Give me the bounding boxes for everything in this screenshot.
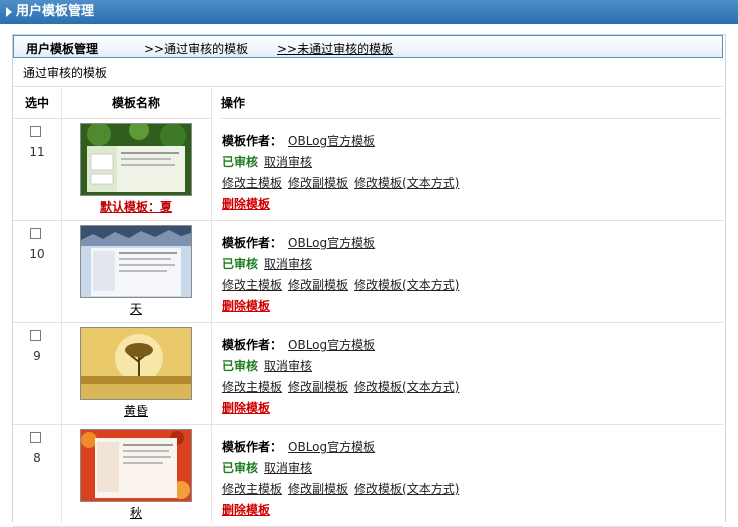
cancel-approval-link[interactable]: 取消审核	[264, 359, 312, 373]
template-id: 8	[33, 451, 41, 465]
approved-status: 已审核	[222, 155, 259, 169]
column-header-name: 模板名称	[61, 88, 211, 119]
table-row: 10 天 模板作者： OBLog官方模板 已审核 取消审核 修改主模板 修改副模板 修改…	[13, 221, 723, 323]
edit-sub-template-link[interactable]: 修改副模板	[288, 278, 348, 292]
cancel-approval-link[interactable]: 取消审核	[264, 257, 312, 271]
delete-template-link[interactable]: 删除模板	[222, 401, 270, 415]
edit-main-template-link[interactable]: 修改主模板	[222, 482, 282, 496]
edit-template-text-link[interactable]: 修改模板(文本方式)	[354, 278, 459, 292]
edit-template-text-link[interactable]: 修改模板(文本方式)	[354, 482, 459, 496]
delete-template-link[interactable]: 删除模板	[222, 299, 270, 313]
row-select-checkbox[interactable]	[30, 126, 41, 137]
column-header-select: 选中	[13, 88, 61, 119]
author-label: 模板作者：	[222, 236, 283, 250]
content-panel: 用户模板管理 >>通过审核的模板 >>未通过审核的模板 通过审核的模板 选中 模…	[12, 34, 726, 527]
row-operations: 模板作者： OBLog官方模板 已审核 取消审核 修改主模板 修改副模板 修改模板(文本…	[222, 131, 459, 215]
template-name-link[interactable]: 黄昏	[61, 402, 211, 419]
author-link[interactable]: OBLog官方模板	[288, 236, 375, 250]
template-name-link[interactable]: 天	[61, 300, 211, 317]
window-titlebar: 用户模板管理	[0, 0, 738, 24]
author-label: 模板作者：	[222, 440, 283, 454]
author-link[interactable]: OBLog官方模板	[288, 134, 375, 148]
edit-main-template-link[interactable]: 修改主模板	[222, 278, 282, 292]
template-name-link[interactable]: 默认模板：夏	[61, 198, 211, 215]
edit-sub-template-link[interactable]: 修改副模板	[288, 176, 348, 190]
row-select-checkbox[interactable]	[30, 228, 41, 239]
row-operations: 模板作者： OBLog官方模板 已审核 取消审核 修改主模板 修改副模板 修改模板(文本…	[222, 335, 459, 419]
template-preview-image	[81, 328, 191, 399]
cancel-approval-link[interactable]: 取消审核	[264, 155, 312, 169]
table-row: 9 黄昏 模板作者： OBLog官方模板 已审核 取消审核 修改主模板 修改副模板 修改…	[13, 323, 723, 425]
author-label: 模板作者：	[222, 338, 283, 352]
column-header-ops: 操作	[221, 88, 721, 119]
row-operations: 模板作者： OBLog官方模板 已审核 取消审核 修改主模板 修改副模板 修改模板(文本…	[222, 437, 459, 521]
row-operations: 模板作者： OBLog官方模板 已审核 取消审核 修改主模板 修改副模板 修改模板(文本…	[222, 233, 459, 317]
approved-status: 已审核	[222, 359, 259, 373]
template-id: 10	[29, 247, 45, 261]
approved-status: 已审核	[222, 257, 259, 271]
tab-unapproved[interactable]: >>未通过审核的模板	[277, 40, 393, 57]
template-name-link[interactable]: 秋	[61, 504, 211, 521]
edit-main-template-link[interactable]: 修改主模板	[222, 380, 282, 394]
template-thumbnail[interactable]	[80, 123, 192, 196]
author-link[interactable]: OBLog官方模板	[288, 338, 375, 352]
tab-bar: 用户模板管理 >>通过审核的模板 >>未通过审核的模板	[13, 35, 723, 58]
row-select-checkbox[interactable]	[30, 330, 41, 341]
tab-manage: 用户模板管理	[26, 42, 99, 56]
template-preview-image	[81, 226, 191, 297]
edit-sub-template-link[interactable]: 修改副模板	[288, 380, 348, 394]
tab-approved[interactable]: >>通过审核的模板	[144, 40, 248, 57]
template-thumbnail[interactable]	[80, 327, 192, 400]
table-row: 11 默认模板：夏 模板作者： OBLog官方模板 已审核 取消审核 修改主模板 修改…	[13, 119, 723, 221]
row-select-checkbox[interactable]	[30, 432, 41, 443]
delete-template-link[interactable]: 删除模板	[222, 197, 270, 211]
cancel-approval-link[interactable]: 取消审核	[264, 461, 312, 475]
template-preview-image	[81, 124, 191, 195]
edit-template-text-link[interactable]: 修改模板(文本方式)	[354, 176, 459, 190]
table-row: 8 秋 模板作者： OBLog官方模板 已审核 取消审核 修改主模板 修改副模板 修改模…	[13, 425, 723, 527]
edit-template-text-link[interactable]: 修改模板(文本方式)	[354, 380, 459, 394]
author-link[interactable]: OBLog官方模板	[288, 440, 375, 454]
edit-main-template-link[interactable]: 修改主模板	[222, 176, 282, 190]
template-id: 11	[29, 145, 45, 159]
template-thumbnail[interactable]	[80, 429, 192, 502]
template-thumbnail[interactable]	[80, 225, 192, 298]
window-title: 用户模板管理	[16, 4, 95, 19]
approved-status: 已审核	[222, 461, 259, 475]
delete-template-link[interactable]: 删除模板	[222, 503, 270, 517]
edit-sub-template-link[interactable]: 修改副模板	[288, 482, 348, 496]
template-id: 9	[33, 349, 41, 363]
template-preview-image	[81, 430, 191, 501]
section-title: 通过审核的模板	[13, 59, 723, 87]
author-label: 模板作者：	[222, 134, 283, 148]
triangle-right-icon	[6, 7, 12, 17]
